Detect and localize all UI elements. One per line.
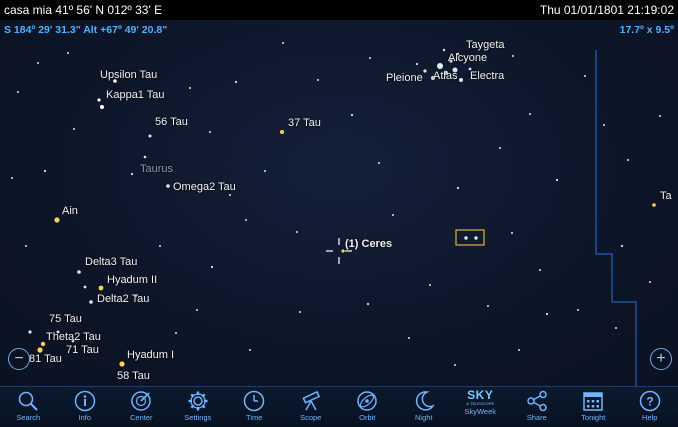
center-icon bbox=[131, 391, 151, 411]
label-hyadum-ii[interactable]: Hyadum II bbox=[107, 274, 157, 286]
search-button[interactable]: Search bbox=[0, 387, 56, 427]
help-label: Help bbox=[642, 413, 658, 422]
label-58-tau[interactable]: 58 Tau bbox=[117, 370, 150, 382]
sky-telescope-logo: SKY bbox=[467, 388, 494, 402]
calendar-icon bbox=[583, 392, 603, 411]
info-button[interactable]: Info bbox=[57, 387, 113, 427]
settings-label: Settings bbox=[184, 413, 212, 422]
search-icon bbox=[18, 391, 38, 411]
share-icon bbox=[527, 390, 547, 412]
search-label: Search bbox=[16, 413, 41, 422]
center-button[interactable]: Center bbox=[113, 387, 169, 427]
share-label: Share bbox=[526, 413, 547, 422]
help-icon: ? bbox=[639, 390, 660, 412]
datetime-text: Thu 01/01/1801 21:19:02 bbox=[539, 3, 674, 17]
bottom-toolbar: Search Info Center Settings Time Scope O… bbox=[0, 386, 678, 427]
skyweek-label: SkyWeek bbox=[464, 407, 497, 416]
label-kappa1-tau[interactable]: Kappa1 Tau bbox=[106, 89, 165, 101]
scope-button[interactable]: Scope bbox=[283, 387, 339, 427]
zoom-out-button[interactable]: − bbox=[8, 348, 30, 370]
tonight-label: Tonight bbox=[581, 413, 606, 422]
time-button[interactable]: Time bbox=[226, 387, 282, 427]
label-ain[interactable]: Ain bbox=[62, 205, 78, 217]
time-label: Time bbox=[246, 413, 263, 422]
skyweek-button[interactable]: SKY & TELESCOPE SkyWeek bbox=[452, 387, 508, 427]
label-56-tau[interactable]: 56 Tau bbox=[155, 116, 188, 128]
label-ceres[interactable]: (1) Ceres bbox=[345, 238, 392, 250]
label-delta3-tau[interactable]: Delta3 Tau bbox=[85, 256, 137, 268]
night-button[interactable]: Night bbox=[396, 387, 452, 427]
gear-icon bbox=[188, 391, 208, 411]
label-75-tau[interactable]: 75 Tau bbox=[49, 313, 82, 325]
label-theta2-tau[interactable]: Theta2 Tau bbox=[46, 331, 101, 343]
status-bar: casa mia 41º 56' N 012º 33' E Thu 01/01/… bbox=[0, 0, 678, 20]
info-label: Info bbox=[78, 413, 91, 422]
constellation-boundary bbox=[595, 50, 637, 386]
selection-box bbox=[455, 229, 485, 246]
label-electra[interactable]: Electra bbox=[470, 70, 504, 82]
label-upsilon-tau[interactable]: Upsilon Tau bbox=[100, 69, 157, 81]
label-37-tau[interactable]: 37 Tau bbox=[288, 117, 321, 129]
info-icon bbox=[74, 390, 95, 412]
sky-chart[interactable]: S 184º 29' 31.3" Alt +67º 49' 20.8" 17.7… bbox=[0, 20, 678, 386]
label-atlas[interactable]: Atlas bbox=[433, 70, 457, 82]
zoom-in-button[interactable]: + bbox=[650, 348, 672, 370]
label-81-tau[interactable]: 81 Tau bbox=[29, 353, 62, 365]
label-hyadum-i[interactable]: Hyadum I bbox=[127, 349, 174, 361]
label-alcyone[interactable]: Alcyone bbox=[448, 52, 487, 64]
settings-button[interactable]: Settings bbox=[170, 387, 226, 427]
scope-label: Scope bbox=[300, 413, 322, 422]
label-edge-ta[interactable]: Ta bbox=[660, 190, 672, 202]
telescope-icon bbox=[302, 390, 320, 411]
orbit-label: Orbit bbox=[359, 413, 376, 422]
orbit-button[interactable]: Orbit bbox=[339, 387, 395, 427]
location-text: casa mia 41º 56' N 012º 33' E bbox=[4, 3, 163, 17]
pointing-coordinates: S 184º 29' 31.3" Alt +67º 49' 20.8" bbox=[4, 24, 168, 36]
sky-telescope-logo-subtext: & TELESCOPE bbox=[466, 401, 495, 406]
night-label: Night bbox=[414, 413, 433, 422]
clock-icon bbox=[244, 390, 265, 412]
label-omega2-tau[interactable]: Omega2 Tau bbox=[173, 181, 236, 193]
label-71-tau[interactable]: 71 Tau bbox=[66, 344, 99, 356]
label-taurus-constellation[interactable]: Taurus bbox=[140, 163, 173, 175]
tonight-button[interactable]: Tonight bbox=[565, 387, 621, 427]
svg-text:?: ? bbox=[646, 395, 653, 409]
field-of-view: 17.7º x 9.5º bbox=[619, 24, 674, 36]
help-button[interactable]: ? Help bbox=[622, 387, 678, 427]
share-button[interactable]: Share bbox=[509, 387, 565, 427]
moon-icon bbox=[415, 391, 435, 411]
label-delta2-tau[interactable]: Delta2 Tau bbox=[97, 293, 149, 305]
orbit-icon bbox=[357, 391, 377, 411]
label-taygeta[interactable]: Taygeta bbox=[466, 39, 505, 51]
label-pleione[interactable]: Pleione bbox=[386, 72, 423, 84]
center-label: Center bbox=[129, 413, 153, 422]
